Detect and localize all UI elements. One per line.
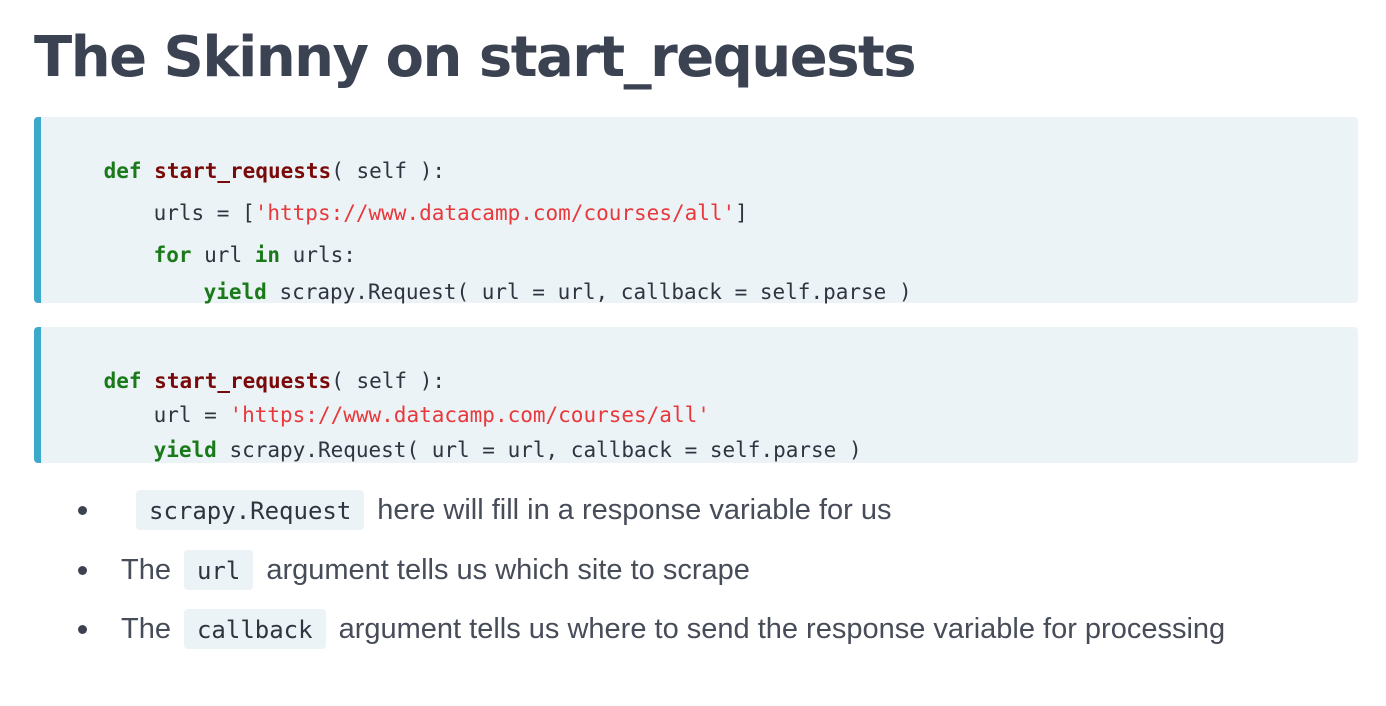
bullet-text: The (121, 612, 171, 645)
code-line: yield scrapy.Request( url = url, callbac… (153, 256, 912, 328)
bullet-text: The (121, 553, 171, 586)
code-text: ] (735, 201, 748, 225)
bullet-icon (78, 505, 87, 515)
code-line: yield scrapy.Request( url = url, callbac… (103, 414, 862, 486)
bullet-text: argument tells us where to send the resp… (338, 612, 1226, 645)
inline-code: callback (183, 609, 326, 649)
list-item: The callback argument tells us where to … (78, 609, 1225, 649)
list-item: The url argument tells us which site to … (78, 550, 750, 590)
code-text: scrapy.Request( url = url, callback = se… (266, 280, 912, 304)
page-title: The Skinny on start_requests (34, 25, 917, 90)
code-text: scrapy.Request( url = url, callback = se… (216, 438, 862, 462)
inline-code: url (183, 550, 254, 590)
code-keyword: yield (203, 280, 267, 304)
bullet-text: argument tells us which site to scrape (266, 553, 750, 586)
inline-code: scrapy.Request (136, 490, 365, 530)
list-item: scrapy.Request here will fill in a respo… (78, 490, 891, 530)
code-block-single-url: def start_requests( self ): url = 'https… (34, 327, 1358, 463)
bullet-icon (78, 565, 87, 575)
code-block-multi-url: def start_requests( self ): urls = ['htt… (34, 117, 1358, 304)
bullet-text: here will fill in a response variable fo… (377, 493, 892, 526)
code-keyword: yield (153, 438, 217, 462)
bullet-icon (78, 624, 87, 634)
